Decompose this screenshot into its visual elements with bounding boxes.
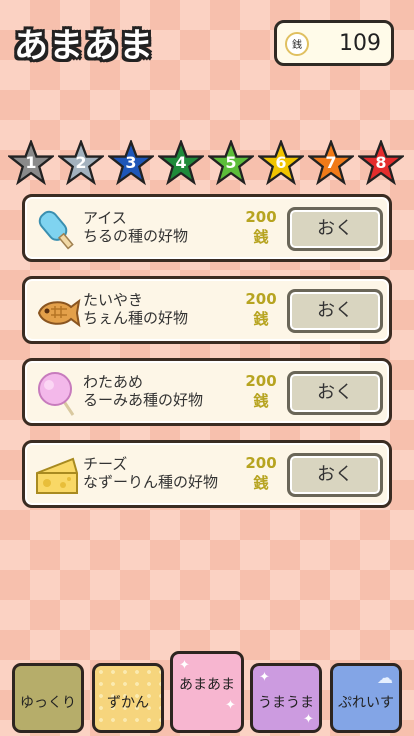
tab-label: ゆっくり bbox=[20, 695, 76, 711]
sparkle-icon: ✦ bbox=[303, 712, 314, 727]
star-level-8[interactable]: 8 bbox=[358, 140, 404, 186]
star-level-selector: 1 2 3 4 5 6 7 8 bbox=[8, 140, 408, 188]
item-card: たいやき ちぇん種の好物 200 銭 おく bbox=[22, 276, 392, 344]
item-card: アイス ちるの種の好物 200 銭 おく bbox=[22, 194, 392, 262]
item-description: ちぇん種の好物 bbox=[83, 309, 189, 327]
star-label: 5 bbox=[225, 153, 237, 172]
item-card: わたあめ るーみあ種の好物 200 銭 おく bbox=[22, 358, 392, 426]
tab-yukkuri[interactable]: ゆっくり bbox=[12, 663, 84, 733]
star-level-3[interactable]: 3 bbox=[108, 140, 154, 186]
cotton-candy-icon bbox=[38, 372, 75, 416]
item-price: 200 銭 bbox=[245, 208, 277, 246]
star-level-5[interactable]: 5 bbox=[208, 140, 254, 186]
star-label: 2 bbox=[75, 153, 87, 172]
tab-umauma[interactable]: ✦ ✦ うまうま bbox=[250, 663, 322, 733]
item-card: チーズ なずーりん種の好物 200 銭 おく bbox=[22, 440, 392, 508]
item-price: 200 銭 bbox=[245, 290, 277, 328]
star-level-7[interactable]: 7 bbox=[308, 140, 354, 186]
taiyaki-icon bbox=[37, 298, 81, 328]
place-button[interactable]: おく bbox=[287, 289, 383, 333]
page-title: あまあま bbox=[14, 26, 154, 66]
money-display: 銭 109 bbox=[274, 20, 394, 66]
place-button[interactable]: おく bbox=[287, 371, 383, 415]
item-price: 200 銭 bbox=[245, 372, 277, 410]
star-label: 6 bbox=[275, 153, 287, 172]
place-button[interactable]: おく bbox=[287, 207, 383, 251]
item-description: ちるの種の好物 bbox=[83, 227, 189, 245]
item-price: 200 銭 bbox=[245, 454, 277, 492]
ice-pop-icon bbox=[38, 210, 74, 250]
coin-icon: 銭 bbox=[285, 32, 309, 56]
cheese-icon bbox=[36, 457, 78, 494]
tab-label: ぷれいす bbox=[338, 695, 394, 711]
sparkle-icon: ✦ bbox=[225, 698, 236, 713]
star-level-6[interactable]: 6 bbox=[258, 140, 304, 186]
money-value: 109 bbox=[339, 31, 381, 56]
star-level-4[interactable]: 4 bbox=[158, 140, 204, 186]
place-button[interactable]: おく bbox=[287, 453, 383, 497]
star-label: 4 bbox=[175, 153, 187, 172]
item-description: なずーりん種の好物 bbox=[83, 473, 219, 491]
star-level-1[interactable]: 1 bbox=[8, 140, 54, 186]
star-label: 7 bbox=[325, 153, 337, 172]
sparkle-icon: ✦ bbox=[179, 658, 190, 673]
tab-zukan[interactable]: ずかん bbox=[92, 663, 164, 733]
tab-label: ずかん bbox=[107, 695, 149, 711]
item-name: チーズ bbox=[83, 455, 128, 473]
item-name: わたあめ bbox=[83, 373, 144, 391]
star-label: 1 bbox=[25, 153, 37, 172]
bottom-tab-bar: ゆっくり ずかん ✦ ✦ あまあま ✦ ✦ うまうま ☁ ぷれいす bbox=[0, 651, 414, 736]
item-description: るーみあ種の好物 bbox=[83, 391, 204, 409]
tab-label: あまあま bbox=[179, 677, 235, 693]
item-name: たいやき bbox=[83, 291, 144, 309]
star-label: 3 bbox=[125, 153, 137, 172]
star-level-2[interactable]: 2 bbox=[58, 140, 104, 186]
cloud-icon: ☁ bbox=[377, 668, 393, 687]
item-name: アイス bbox=[83, 209, 127, 227]
tab-place[interactable]: ☁ ぷれいす bbox=[330, 663, 402, 733]
tab-amaama[interactable]: ✦ ✦ あまあま bbox=[170, 651, 244, 733]
star-label: 8 bbox=[375, 153, 387, 172]
sparkle-icon: ✦ bbox=[259, 670, 270, 685]
tab-label: うまうま bbox=[258, 695, 314, 711]
